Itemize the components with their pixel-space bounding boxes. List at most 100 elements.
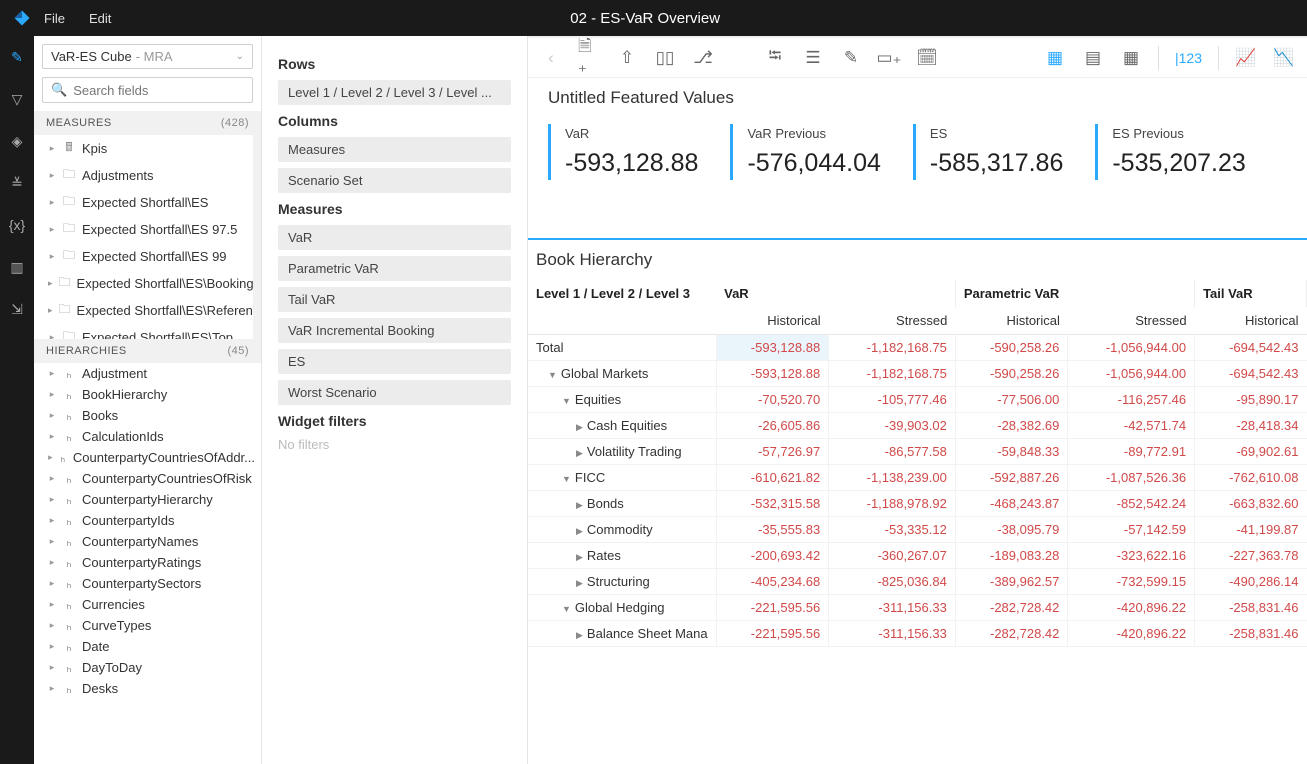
- hierarchy-item[interactable]: ▸ₕCurveTypes: [34, 615, 261, 636]
- expand-collapse-icon[interactable]: ▶: [576, 578, 583, 589]
- chart2-icon[interactable]: 📉: [1273, 47, 1295, 69]
- measure-item[interactable]: ▸🗀Expected Shortfall\ES\Booking: [34, 270, 253, 297]
- measure-item[interactable]: ▸🗀Expected Shortfall\ES 97.5: [34, 216, 253, 243]
- featured-card[interactable]: VaR Previous-576,044.04: [730, 124, 880, 180]
- search-input[interactable]: [73, 83, 249, 98]
- measure-chip[interactable]: ES: [278, 349, 511, 374]
- expand-collapse-icon[interactable]: ▼: [548, 370, 557, 380]
- search-fields[interactable]: 🔍: [42, 77, 253, 103]
- featured-card[interactable]: VaR-593,128.88: [548, 124, 698, 180]
- braces-icon[interactable]: {x}: [8, 216, 26, 234]
- expand-collapse-icon[interactable]: ▶: [576, 552, 583, 563]
- sub-col-header[interactable]: Stressed: [1068, 307, 1195, 335]
- colgroup-0[interactable]: VaR: [716, 280, 955, 307]
- table1-icon[interactable]: ▦: [1044, 47, 1066, 69]
- rows-chip[interactable]: Level 1 / Level 2 / Level 3 / Level ...: [278, 80, 511, 105]
- expand-collapse-icon[interactable]: ▶: [576, 422, 583, 433]
- table2-icon[interactable]: ▤: [1082, 47, 1104, 69]
- table-row[interactable]: ▶Rates-200,693.42-360,267.07-189,083.28-…: [528, 543, 1307, 569]
- hierarchy-item[interactable]: ▸ₕBookHierarchy: [34, 384, 261, 405]
- expand-collapse-icon[interactable]: ▶: [576, 630, 583, 641]
- hierarchies-header[interactable]: HIERARCHIES (45): [34, 339, 261, 363]
- featured-card[interactable]: ES Previous-535,207.23: [1095, 124, 1245, 180]
- export-icon[interactable]: ⇲: [8, 300, 26, 318]
- column-chip[interactable]: Scenario Set: [278, 168, 511, 193]
- expand-collapse-icon[interactable]: ▶: [576, 448, 583, 459]
- column-chip[interactable]: Measures: [278, 137, 511, 162]
- expand-collapse-icon[interactable]: ▶: [576, 526, 583, 537]
- cube-selector[interactable]: VaR-ES Cube - MRA ⌄: [42, 44, 253, 69]
- colgroup-2[interactable]: Tail VaR: [1195, 280, 1307, 307]
- hierarchy-item[interactable]: ▸ₕCounterpartyHierarchy: [34, 489, 261, 510]
- measure-chip[interactable]: VaR Incremental Booking: [278, 318, 511, 343]
- number-icon[interactable]: |123: [1175, 47, 1202, 69]
- upload-icon[interactable]: ⇧: [616, 47, 638, 69]
- measure-chip[interactable]: Tail VaR: [278, 287, 511, 312]
- expand-collapse-icon[interactable]: ▼: [562, 604, 571, 614]
- hierarchy-item[interactable]: ▸ₕCounterpartyCountriesOfRisk: [34, 468, 261, 489]
- measure-item[interactable]: ▸🖩Kpis: [34, 135, 253, 162]
- table-row[interactable]: ▶Structuring-405,234.68-825,036.84-389,9…: [528, 569, 1307, 595]
- measure-item[interactable]: ▸🗀Expected Shortfall\ES\Referenc...: [34, 297, 253, 324]
- hierarchy-item[interactable]: ▸ₕCalculationIds: [34, 426, 261, 447]
- hierarchy-item[interactable]: ▸ₕBooks: [34, 405, 261, 426]
- grid-icon[interactable]: ▥: [8, 258, 26, 276]
- table-row[interactable]: ▼Global Hedging-221,595.56-311,156.33-28…: [528, 595, 1307, 621]
- colgroup-1[interactable]: Parametric VaR: [955, 280, 1194, 307]
- table-row[interactable]: ▼FICC-610,621.82-1,138,239.00-592,887.26…: [528, 465, 1307, 491]
- hierarchy-item[interactable]: ▸ₕDesks: [34, 678, 261, 699]
- data-grid[interactable]: Level 1 / Level 2 / Level 3 VaR Parametr…: [528, 280, 1307, 764]
- measure-chip[interactable]: Parametric VaR: [278, 256, 511, 281]
- measure-item[interactable]: ▸🗀Expected Shortfall\ES: [34, 189, 253, 216]
- pencil-icon[interactable]: ✎: [840, 47, 862, 69]
- add-rect-icon[interactable]: ▭₊: [878, 47, 900, 69]
- menu-file[interactable]: File: [44, 11, 65, 26]
- table-row[interactable]: ▼Global Markets-593,128.88-1,182,168.75-…: [528, 361, 1307, 387]
- hierarchy-item[interactable]: ▸ₕAdjustment: [34, 363, 261, 384]
- expand-collapse-icon[interactable]: ▼: [562, 474, 571, 484]
- measure-chip[interactable]: VaR: [278, 225, 511, 250]
- hierarchy-item[interactable]: ▸ₕCurrencies: [34, 594, 261, 615]
- sub-col-header[interactable]: Historical: [955, 307, 1068, 335]
- sub-col-header[interactable]: Historical: [716, 307, 829, 335]
- hierarchy-item[interactable]: ▸ₕCounterpartyNames: [34, 531, 261, 552]
- hierarchy-item[interactable]: ▸ₕCounterpartyRatings: [34, 552, 261, 573]
- menu-edit[interactable]: Edit: [89, 11, 111, 26]
- hierarchy-item[interactable]: ▸ₕDate: [34, 636, 261, 657]
- table-row[interactable]: ▶Cash Equities-26,605.86-39,903.02-28,38…: [528, 413, 1307, 439]
- measure-item[interactable]: ▸🗀Adjustments: [34, 162, 253, 189]
- sub-col-header[interactable]: Historical: [1195, 307, 1307, 335]
- table-row[interactable]: ▶Commodity-35,555.83-53,335.12-38,095.79…: [528, 517, 1307, 543]
- filter-icon[interactable]: ▽: [8, 90, 26, 108]
- col-level-header[interactable]: Level 1 / Level 2 / Level 3: [528, 280, 716, 307]
- sub-col-header[interactable]: Stressed: [829, 307, 956, 335]
- table-row[interactable]: Total-593,128.88-1,182,168.75-590,258.26…: [528, 335, 1307, 361]
- expand-collapse-icon[interactable]: ▼: [562, 396, 571, 406]
- branch-icon[interactable]: ⎇: [692, 47, 714, 69]
- expand-collapse-icon[interactable]: ▶: [576, 500, 583, 511]
- measure-item[interactable]: ▸🗀Expected Shortfall\ES 99: [34, 243, 253, 270]
- book-icon[interactable]: ▯▯: [654, 47, 676, 69]
- measure-item[interactable]: ▸🗀Expected Shortfall\ES\Top: [34, 324, 253, 339]
- hierarchy-item[interactable]: ▸ₕCounterpartyCountriesOfAddr...: [34, 447, 261, 468]
- featured-card[interactable]: ES-585,317.86: [913, 124, 1063, 180]
- tab-icon[interactable]: ⭾: [764, 47, 786, 69]
- edit-icon[interactable]: ✎: [8, 48, 26, 66]
- table-row[interactable]: ▶Bonds-532,315.58-1,188,978.92-468,243.8…: [528, 491, 1307, 517]
- table3-icon[interactable]: ▦: [1120, 47, 1142, 69]
- measures-header[interactable]: MEASURES (428): [34, 111, 261, 135]
- new-doc-icon[interactable]: 🗎⁺: [578, 47, 600, 69]
- calendar-icon[interactable]: 🗓: [916, 47, 938, 69]
- hierarchy-item[interactable]: ▸ₕCounterpartySectors: [34, 573, 261, 594]
- layers-icon[interactable]: ≚: [8, 174, 26, 192]
- widget-icon[interactable]: ◈: [8, 132, 26, 150]
- measure-chip[interactable]: Worst Scenario: [278, 380, 511, 405]
- chart1-icon[interactable]: 📈: [1235, 47, 1257, 69]
- hierarchy-item[interactable]: ▸ₕCounterpartyIds: [34, 510, 261, 531]
- back-icon[interactable]: ‹: [540, 47, 562, 69]
- hierarchy-item[interactable]: ▸ₕDayToDay: [34, 657, 261, 678]
- table-row[interactable]: ▶Volatility Trading-57,726.97-86,577.58-…: [528, 439, 1307, 465]
- list-icon[interactable]: ☰: [802, 47, 824, 69]
- table-row[interactable]: ▼Equities-70,520.70-105,777.46-77,506.00…: [528, 387, 1307, 413]
- table-row[interactable]: ▶Balance Sheet Mana-221,595.56-311,156.3…: [528, 621, 1307, 647]
